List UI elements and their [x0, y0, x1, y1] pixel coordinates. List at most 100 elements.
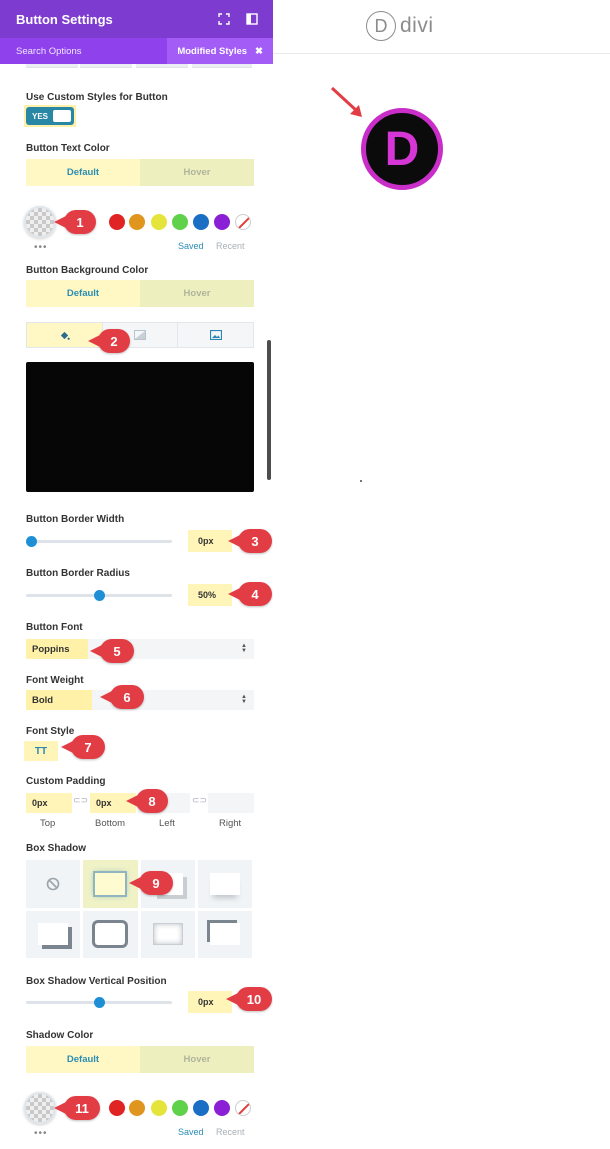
shadow-preset-5[interactable] — [83, 910, 138, 958]
use-custom-styles-label: Use Custom Styles for Button — [26, 92, 168, 103]
border-width-input[interactable]: 0px — [188, 530, 232, 552]
shadow-preset-4[interactable] — [26, 910, 81, 958]
border-width-slider[interactable] — [26, 536, 172, 547]
use-custom-styles-toggle[interactable]: YES — [24, 105, 76, 127]
close-icon[interactable]: ✖ — [255, 46, 263, 57]
callout-badge-1: 1 — [54, 210, 96, 234]
color-picker-button[interactable] — [24, 206, 56, 238]
font-style-uppercase-button[interactable]: TT — [24, 741, 58, 761]
image-icon[interactable] — [178, 323, 254, 347]
callout-badge-10: 10 — [226, 987, 272, 1011]
preview-button[interactable]: D — [361, 108, 443, 190]
swatch-green[interactable] — [172, 214, 188, 230]
swatch-red[interactable] — [109, 1100, 125, 1116]
page-canvas: D divi D — [273, 0, 610, 482]
custom-padding-label: Custom Padding — [26, 776, 106, 787]
swatch-red[interactable] — [109, 214, 125, 230]
more-options-icon[interactable]: ••• — [34, 242, 48, 253]
slider-thumb[interactable] — [93, 590, 105, 601]
padding-top-input[interactable]: 0px — [26, 793, 72, 813]
toggle-knob — [53, 110, 71, 122]
site-header: D divi — [273, 0, 610, 54]
swatch-blue[interactable] — [193, 214, 209, 230]
tab-default[interactable]: Default — [26, 280, 140, 307]
font-select[interactable]: Poppins ▲ ▼ — [26, 639, 254, 659]
swatch-blue[interactable] — [193, 1100, 209, 1116]
divi-logo-word: divi — [400, 14, 434, 37]
swatch-orange[interactable] — [129, 214, 145, 230]
swatch-none[interactable] — [235, 214, 251, 230]
swatch-orange[interactable] — [129, 1100, 145, 1116]
tab-default[interactable]: Default — [26, 159, 140, 186]
search-options[interactable]: Search Options — [0, 46, 167, 57]
sidebar-toggle-icon[interactable] — [245, 12, 259, 26]
shadow-preview — [95, 923, 126, 946]
divi-logo[interactable]: D divi — [366, 11, 434, 41]
toggle-switch: YES — [26, 107, 74, 125]
tab-hover[interactable]: Hover — [140, 1046, 254, 1073]
callout-badge-11: 11 — [54, 1096, 100, 1120]
swatch-none[interactable] — [235, 1100, 251, 1116]
callout-badge-8: 8 — [126, 789, 168, 813]
tab-hover[interactable]: Hover — [140, 280, 254, 307]
box-shadow-presets — [26, 860, 252, 958]
swatch-purple[interactable] — [214, 214, 230, 230]
box-shadow-label: Box Shadow — [26, 843, 87, 854]
shadow-none-option[interactable] — [26, 860, 81, 908]
tab-default[interactable]: Default — [26, 1046, 140, 1073]
callout-badge-6: 6 — [100, 685, 144, 709]
callout-badge-4: 4 — [228, 582, 272, 606]
shadow-vpos-label: Box Shadow Vertical Position — [26, 976, 167, 987]
bg-color-tabs: Default Hover — [26, 280, 254, 307]
select-caret-icon: ▲ ▼ — [241, 643, 247, 654]
toggle-value: YES — [32, 111, 49, 121]
button-font-label: Button Font — [26, 622, 83, 633]
bg-color-preview[interactable] — [26, 362, 254, 492]
settings-panel: Button Settings Search Options Modified … — [0, 0, 273, 1149]
swatch-green[interactable] — [172, 1100, 188, 1116]
slider-thumb[interactable] — [93, 997, 105, 1008]
recent-tab[interactable]: Recent — [216, 241, 245, 251]
shadow-preview — [95, 872, 126, 895]
cursor-dot — [360, 480, 362, 482]
font-style-label: Font Style — [26, 726, 75, 737]
slider-thumb[interactable] — [26, 536, 37, 547]
callout-badge-9: 9 — [129, 871, 173, 895]
more-options-icon[interactable]: ••• — [34, 1128, 48, 1139]
swatch-yellow[interactable] — [151, 1100, 167, 1116]
modified-styles-filter[interactable]: Modified Styles ✖ — [167, 38, 273, 64]
shadow-preview — [152, 923, 183, 946]
border-width-label: Button Border Width — [26, 514, 125, 525]
border-radius-input[interactable]: 50% — [188, 584, 232, 606]
tab-hover[interactable]: Hover — [140, 159, 254, 186]
font-weight-label: Font Weight — [26, 675, 84, 686]
divi-logo-mark: D — [366, 11, 396, 41]
fullscreen-icon[interactable] — [217, 12, 231, 26]
border-radius-slider[interactable] — [26, 590, 172, 601]
saved-tab[interactable]: Saved — [178, 1127, 204, 1137]
shadow-color-tabs: Default Hover — [26, 1046, 254, 1073]
swatch-yellow[interactable] — [151, 214, 167, 230]
shadow-preview — [38, 923, 69, 946]
shadow-preset-7[interactable] — [197, 910, 252, 958]
padding-right-input[interactable] — [208, 793, 254, 813]
recent-tab[interactable]: Recent — [216, 1127, 245, 1137]
link-icon[interactable]: ⊂⊃ — [192, 795, 207, 806]
link-icon[interactable]: ⊂⊃ — [73, 795, 88, 806]
shadow-preview — [209, 923, 240, 946]
color-picker-button[interactable] — [24, 1092, 56, 1124]
callout-badge-3: 3 — [228, 529, 272, 553]
swatch-purple[interactable] — [214, 1100, 230, 1116]
shadow-vpos-slider[interactable] — [26, 997, 172, 1008]
shadow-preset-3[interactable] — [197, 860, 252, 908]
panel-header: Button Settings — [0, 0, 273, 38]
panel-scrollbar[interactable] — [267, 340, 271, 480]
previous-section-edge — [0, 64, 273, 72]
shadow-preset-6[interactable] — [140, 910, 195, 958]
panel-subbar: Search Options Modified Styles ✖ — [0, 38, 273, 64]
padding-left-label: Left — [159, 818, 175, 829]
saved-tab[interactable]: Saved — [178, 241, 204, 251]
callout-badge-2: 2 — [88, 329, 130, 353]
shadow-preview — [209, 872, 240, 895]
pointer-arrow-icon — [330, 86, 362, 117]
